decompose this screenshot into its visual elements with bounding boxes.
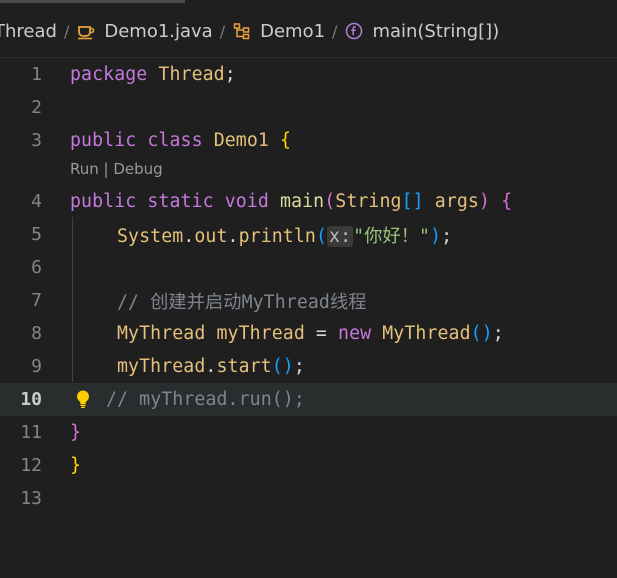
code-line-9[interactable]: 9 myThread.start();	[0, 350, 617, 383]
parens: ()	[271, 356, 294, 377]
dot: .	[227, 225, 239, 247]
brace: {	[501, 191, 513, 212]
assign-operator: =	[304, 323, 339, 344]
semicolon: ;	[492, 323, 504, 344]
line-number: 6	[31, 257, 42, 278]
brackets: []	[401, 191, 424, 212]
breadcrumb-file-label: Demo1.java	[104, 20, 213, 42]
type-name: MyThread	[117, 323, 206, 344]
paren: )	[478, 191, 491, 212]
keyword: public	[70, 191, 137, 212]
line-number: 12	[20, 455, 42, 476]
semicolon: ;	[441, 225, 453, 247]
code-line-3[interactable]: 3 public class Demo1 {	[0, 124, 617, 157]
breadcrumb-item-class[interactable]: Demo1	[232, 21, 325, 42]
keyword: package	[70, 64, 148, 85]
dot: .	[183, 225, 195, 247]
paren: )	[430, 225, 442, 247]
field-ref: out	[194, 225, 228, 247]
line-number: 13	[20, 488, 42, 509]
breadcrumb-item-method[interactable]: main(String[])	[344, 21, 499, 42]
line-number: 8	[31, 323, 42, 344]
type-name: String	[335, 191, 402, 212]
breadcrumb-item-file[interactable]: Demo1.java	[76, 20, 213, 42]
comment: // 创建并启动MyThread线程	[117, 291, 367, 313]
line-content: public class Demo1 {	[70, 130, 291, 151]
tab-active-indicator	[0, 0, 185, 3]
code-line-2[interactable]: 2	[0, 91, 617, 124]
method-call: println	[238, 225, 316, 247]
line-content: package Thread;	[70, 64, 236, 85]
inlay-hint: x:	[327, 225, 354, 247]
brace: }	[70, 422, 82, 443]
keyword: class	[147, 130, 203, 151]
paren: (	[315, 225, 328, 247]
line-number: 7	[31, 290, 42, 311]
code-line-6[interactable]: 6	[0, 251, 617, 284]
string-literal: "你好！"	[353, 225, 431, 247]
line-content: myThread.start();	[117, 356, 305, 377]
line-number: 3	[31, 130, 42, 151]
breadcrumb-item-folder[interactable]: Thread	[0, 21, 57, 42]
keyword: new	[338, 323, 372, 344]
class-ref: System	[117, 225, 184, 247]
line-content: MyThread myThread = new MyThread();	[117, 323, 504, 344]
brace: }	[70, 455, 82, 476]
code-editor[interactable]: 1 package Thread; 2 3 public class Demo1…	[0, 58, 617, 515]
indent-guide	[72, 217, 73, 382]
code-line-10[interactable]: 10 // myThread.run();	[0, 383, 617, 416]
breadcrumb-method-label: main(String[])	[372, 20, 500, 42]
variable-name: myThread	[216, 323, 305, 344]
run-codelens-link[interactable]: Run	[70, 160, 99, 178]
param-name: args	[434, 191, 479, 212]
variable-ref: myThread	[117, 356, 206, 377]
line-number: 5	[31, 224, 42, 245]
code-line-7[interactable]: 7 // 创建并启动MyThread线程	[0, 284, 617, 317]
breadcrumb-class-label: Demo1	[260, 20, 326, 42]
code-line-5[interactable]: 5 System.out.println(x: "你好！");	[0, 218, 617, 251]
breadcrumb-folder-label: Thread	[0, 20, 57, 42]
package-name: Thread	[158, 64, 225, 85]
line-number-active: 10	[20, 389, 42, 410]
line-content: System.out.println(x: "你好！");	[117, 222, 452, 248]
dot: .	[205, 356, 217, 377]
codelens-row: Run | Debug	[0, 157, 617, 185]
line-number: 2	[31, 97, 42, 118]
line-number: 1	[31, 64, 42, 85]
brace: {	[280, 130, 292, 151]
keyword: public	[70, 130, 137, 151]
line-number: 11	[20, 422, 42, 443]
method-name: main	[280, 191, 325, 212]
debug-codelens-link[interactable]: Debug	[113, 160, 162, 178]
line-content: public static void main(String[] args) {	[70, 191, 512, 212]
line-number: 9	[31, 356, 42, 377]
class-icon	[232, 21, 252, 41]
code-line-12[interactable]: 12 }	[0, 449, 617, 482]
semicolon: ;	[293, 356, 305, 377]
code-line-13[interactable]: 13	[0, 482, 617, 515]
keyword: void	[224, 191, 269, 212]
lightbulb-icon[interactable]	[74, 389, 92, 409]
method-icon	[344, 21, 364, 41]
code-line-4[interactable]: 4 public static void main(String[] args)…	[0, 185, 617, 218]
breadcrumb-separator: /	[332, 21, 338, 41]
constructor-name: MyThread	[382, 323, 471, 344]
code-line-8[interactable]: 8 MyThread myThread = new MyThread();	[0, 317, 617, 350]
breadcrumb-separator: /	[219, 21, 226, 41]
codelens-divider: |	[98, 160, 114, 178]
breadcrumb: Thread / Demo1.java / Demo1 / main(Strin…	[0, 14, 499, 48]
parens: ()	[470, 323, 493, 344]
comment: // myThread.run();	[106, 389, 305, 410]
java-cup-icon	[76, 21, 96, 41]
method-call: start	[216, 356, 272, 377]
class-name: Demo1	[213, 130, 269, 151]
semicolon: ;	[224, 64, 236, 85]
line-number: 4	[31, 191, 42, 212]
code-line-1[interactable]: 1 package Thread;	[0, 58, 617, 91]
codelens: Run | Debug	[70, 160, 163, 178]
paren: (	[324, 191, 336, 212]
breadcrumb-separator: /	[63, 21, 70, 41]
code-line-11[interactable]: 11 }	[0, 416, 617, 449]
keyword: static	[147, 191, 214, 212]
